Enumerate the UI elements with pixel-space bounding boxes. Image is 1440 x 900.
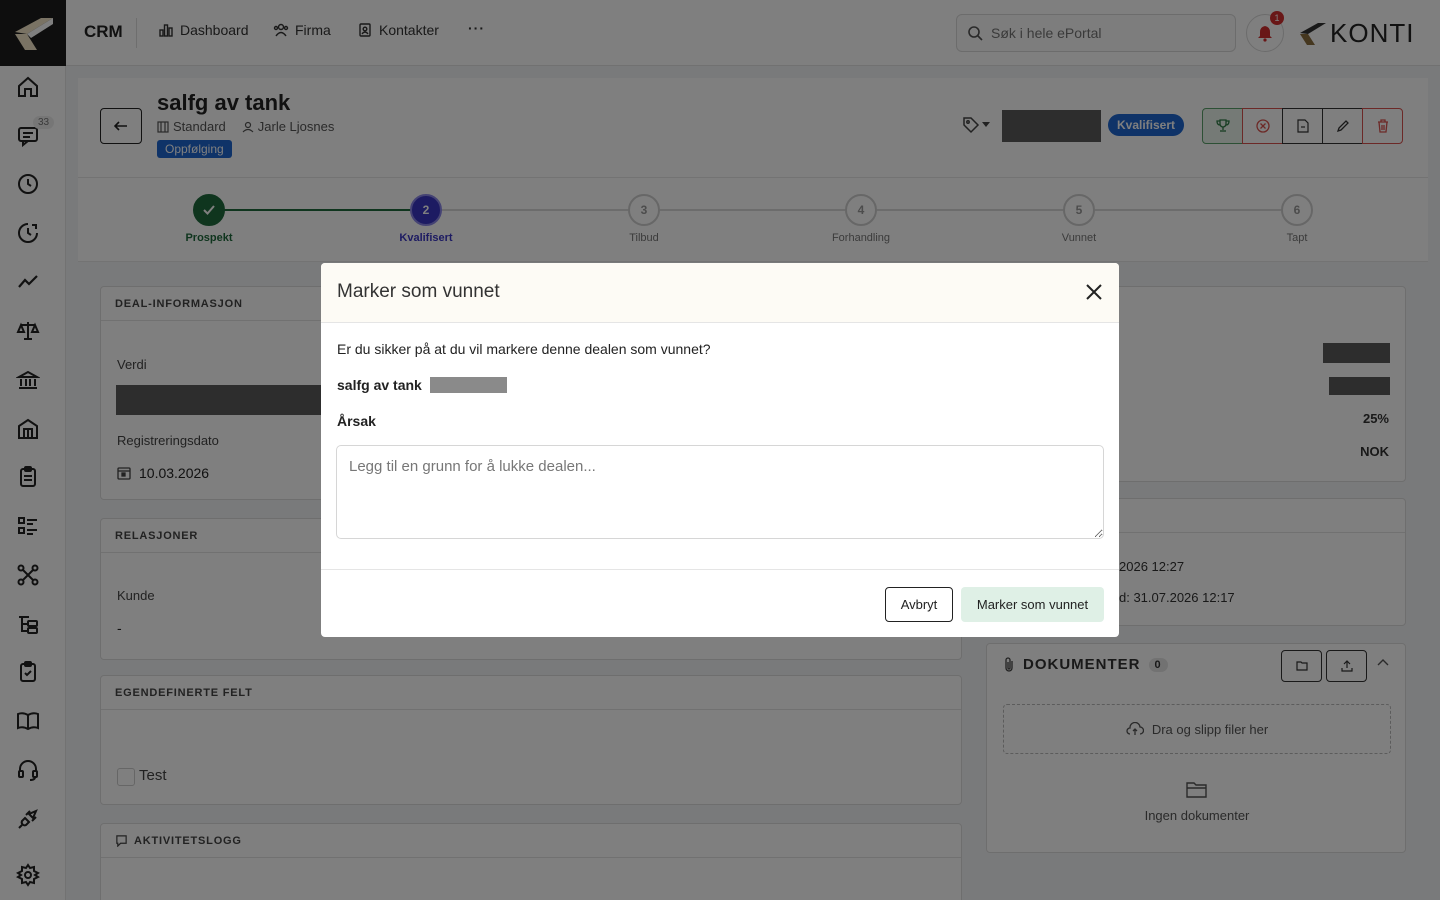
dialog-close-button[interactable] <box>1083 281 1105 303</box>
reason-label: Årsak <box>337 413 376 429</box>
dialog-question: Er du sikker på at du vil markere denne … <box>337 341 711 357</box>
cancel-button[interactable]: Avbryt <box>885 587 953 622</box>
dialog-header: Marker som vunnet <box>321 263 1119 323</box>
mark-won-dialog: Marker som vunnet Er du sikker på at du … <box>321 263 1119 637</box>
confirm-won-button[interactable]: Marker som vunnet <box>961 587 1104 622</box>
dialog-deal-name: salfg av tank <box>337 377 422 393</box>
close-icon <box>1086 284 1102 300</box>
dialog-redacted-value <box>429 377 507 393</box>
dialog-deal-row: salfg av tank <box>337 377 507 393</box>
reason-textarea[interactable] <box>336 445 1104 539</box>
dialog-footer: Avbryt Marker som vunnet <box>321 569 1119 637</box>
dialog-title: Marker som vunnet <box>337 281 500 302</box>
